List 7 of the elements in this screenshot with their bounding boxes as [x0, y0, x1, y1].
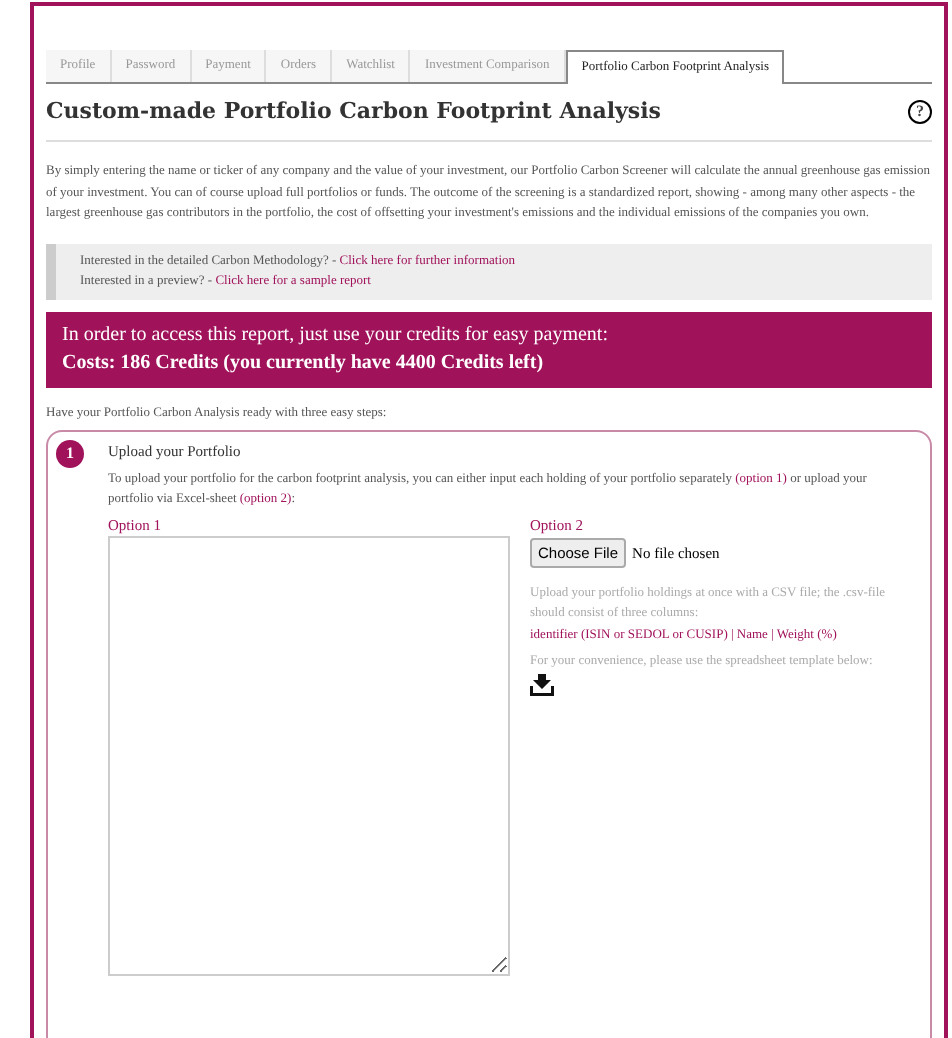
download-icon[interactable] [530, 674, 554, 697]
page-title: Custom-made Portfolio Carbon Footprint Analysis [46, 95, 662, 128]
step-number: 1 [56, 439, 84, 467]
help-icon[interactable]: ? [908, 100, 932, 124]
banner-costs: Costs: 186 Credits (you currently have 4400 Credits left) [62, 349, 546, 378]
banner-text: In order to access this report, just use your credits for easy payment: [62, 321, 610, 350]
holdings-input-field[interactable] [108, 536, 510, 976]
